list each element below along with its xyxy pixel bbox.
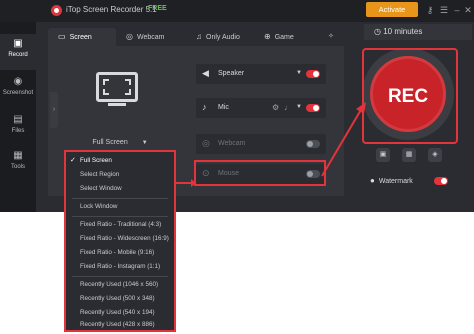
dropdown-item-label: Recently Used (428 x 886) [80,321,155,328]
mouse-arrow [176,179,196,187]
check-icon: ✓ [70,157,76,164]
dropdown-item[interactable]: Lock Window [66,200,174,214]
mic-row: ♪ Mic ⚙ ♩ ▼ [196,98,326,118]
key-icon[interactable]: ⚷ [424,3,436,17]
collapse-handle[interactable]: › [50,92,58,128]
free-badge: FREE [148,5,167,12]
dropdown-divider [72,276,168,277]
tab-screen[interactable]: ▭ Screen [48,28,116,46]
monitor-icon: ▭ [58,32,66,41]
dropdown-item[interactable]: Select Region [66,168,174,182]
mode-tabs: ▭ Screen ◎ Webcam ♫ Only Audio ⊕ Game ✧ [48,28,348,46]
app-logo-icon [51,5,62,16]
magic-icon[interactable]: ✧ [328,28,334,46]
tab-game[interactable]: ⊕ Game [264,28,294,46]
chevron-down-icon: ▼ [141,140,148,146]
sidebar-item-label: Record [8,52,28,58]
mic-label: Mic [218,104,229,111]
dropdown-item-label: Fixed Ratio - Instagram (1:1) [80,263,161,270]
dropdown-item[interactable]: Fixed Ratio - Traditional (4:3) [66,218,174,232]
dropdown-item-label: Select Region [80,171,120,178]
speaker-label: Speaker [218,70,245,77]
chevron-down-icon[interactable]: ▼ [296,70,302,76]
tools-icon: ▦ [13,150,23,161]
dropdown-item-label: Full Screen [80,157,112,164]
dropdown-item[interactable]: Recently Used (500 x 348) [66,292,174,306]
watermark-row: ● Watermark [370,174,450,188]
webcam-icon: ◎ [126,32,133,41]
camera-icon: ◉ [13,76,23,87]
app-title: iTop Screen Recorder 5.1 [66,5,157,14]
dropdown-item[interactable]: Recently Used (428 x 886) [66,318,174,332]
fullscreen-monitor-icon [96,72,138,106]
dropdown-item-label: Recently Used (500 x 348) [80,295,155,302]
sidebar-item-label: Files [11,128,25,134]
tab-label: Screen [69,34,92,41]
menu-icon[interactable]: ☰ [438,3,450,17]
speaker-icon: ◀ [202,68,209,78]
dropdown-item-label: Recently Used (540 x 194) [80,309,155,316]
dropdown-item-label: Fixed Ratio - Mobile (9:16) [80,249,155,256]
activate-button[interactable]: Activate [366,2,418,17]
dropdown-item-label: Fixed Ratio - Widescreen (16:9) [80,235,169,242]
rec-highlight-box [362,48,458,144]
capture-area-dropdown: ✓ Full Screen Select Region Select Window… [64,150,176,332]
rec-arrow [321,102,366,177]
sidebar-item-screenshot[interactable]: ◉ Screenshot [0,72,36,108]
watermark-toggle[interactable] [434,177,448,185]
webcam-icon: ◎ [202,138,210,148]
dropdown-item[interactable]: Select Window [66,182,174,196]
folder-icon: ▤ [13,114,23,125]
dropdown-item-label: Recently Used (1046 x 560) [80,281,159,288]
sidebar-item-label: Tools [10,164,25,170]
dropdown-item-label: Lock Window [80,203,118,210]
sidebar-item-label: Screenshot [2,90,34,96]
dropdown-item-label: Fixed Ratio - Traditional (4:3) [80,221,162,228]
dropdown-item[interactable]: Fixed Ratio - Instagram (1:1) [66,260,174,274]
dropdown-divider [72,216,168,217]
tab-webcam[interactable]: ◎ Webcam [126,28,164,46]
mic-icon: ♪ [202,102,207,112]
droplet-icon: ● [370,176,375,185]
dropdown-divider [72,198,168,199]
tab-label: Webcam [136,34,165,41]
dropdown-item[interactable]: Fixed Ratio - Widescreen (16:9) [66,232,174,246]
clock-icon: ◷ [374,27,384,36]
tab-label: Game [274,34,294,41]
record-settings-icon[interactable]: ▦ [402,148,416,162]
title-bar: iTop Screen Recorder 5.1 FREE Activate ⚷… [0,0,474,22]
speaker-row: ◀ Speaker ▼ [196,64,326,84]
tab-only-audio[interactable]: ♫ Only Audio [196,28,240,46]
schedule-icon[interactable]: ◈ [428,148,442,162]
sidebar-item-files[interactable]: ▤ Files [0,110,36,146]
capture-area-select[interactable]: Full Screen ▼ [72,136,168,150]
screenshot-mini-icon[interactable]: ▣ [376,148,390,162]
sidebar-item-tools[interactable]: ▦ Tools [0,146,36,182]
timer-display[interactable]: ◷ 10 minutes [364,24,472,40]
audio-icon: ♫ [196,32,202,41]
mouse-highlight-box [194,160,326,186]
dropdown-item[interactable]: Recently Used (1046 x 560) [66,278,174,292]
speaker-toggle[interactable] [306,70,320,78]
watermark-label: Watermark [378,178,413,185]
timer-value: 10 minutes [383,27,423,36]
dropdown-item-label: Select Window [80,185,122,192]
dropdown-item[interactable]: ✓ Full Screen [66,154,174,168]
noise-reduction-icon[interactable]: ♩ [284,103,292,112]
tab-label: Only Audio [206,34,240,41]
sidebar-item-record[interactable]: ▣ Record [0,34,36,70]
close-icon[interactable]: ✕ [462,3,474,17]
gamepad-icon: ⊕ [264,32,271,41]
dropdown-item[interactable]: Fixed Ratio - Mobile (9:16) [66,246,174,260]
settings-icon[interactable]: ⚙ [272,103,279,112]
chevron-down-icon[interactable]: ▼ [296,104,302,110]
sidebar: ▣ Record ◉ Screenshot ▤ Files ▦ Tools [0,22,36,212]
webcam-row: ◎ Webcam [196,134,326,154]
record-icon: ▣ [13,38,23,49]
webcam-label: Webcam [218,140,246,147]
capture-area-value: Full Screen [92,139,128,146]
